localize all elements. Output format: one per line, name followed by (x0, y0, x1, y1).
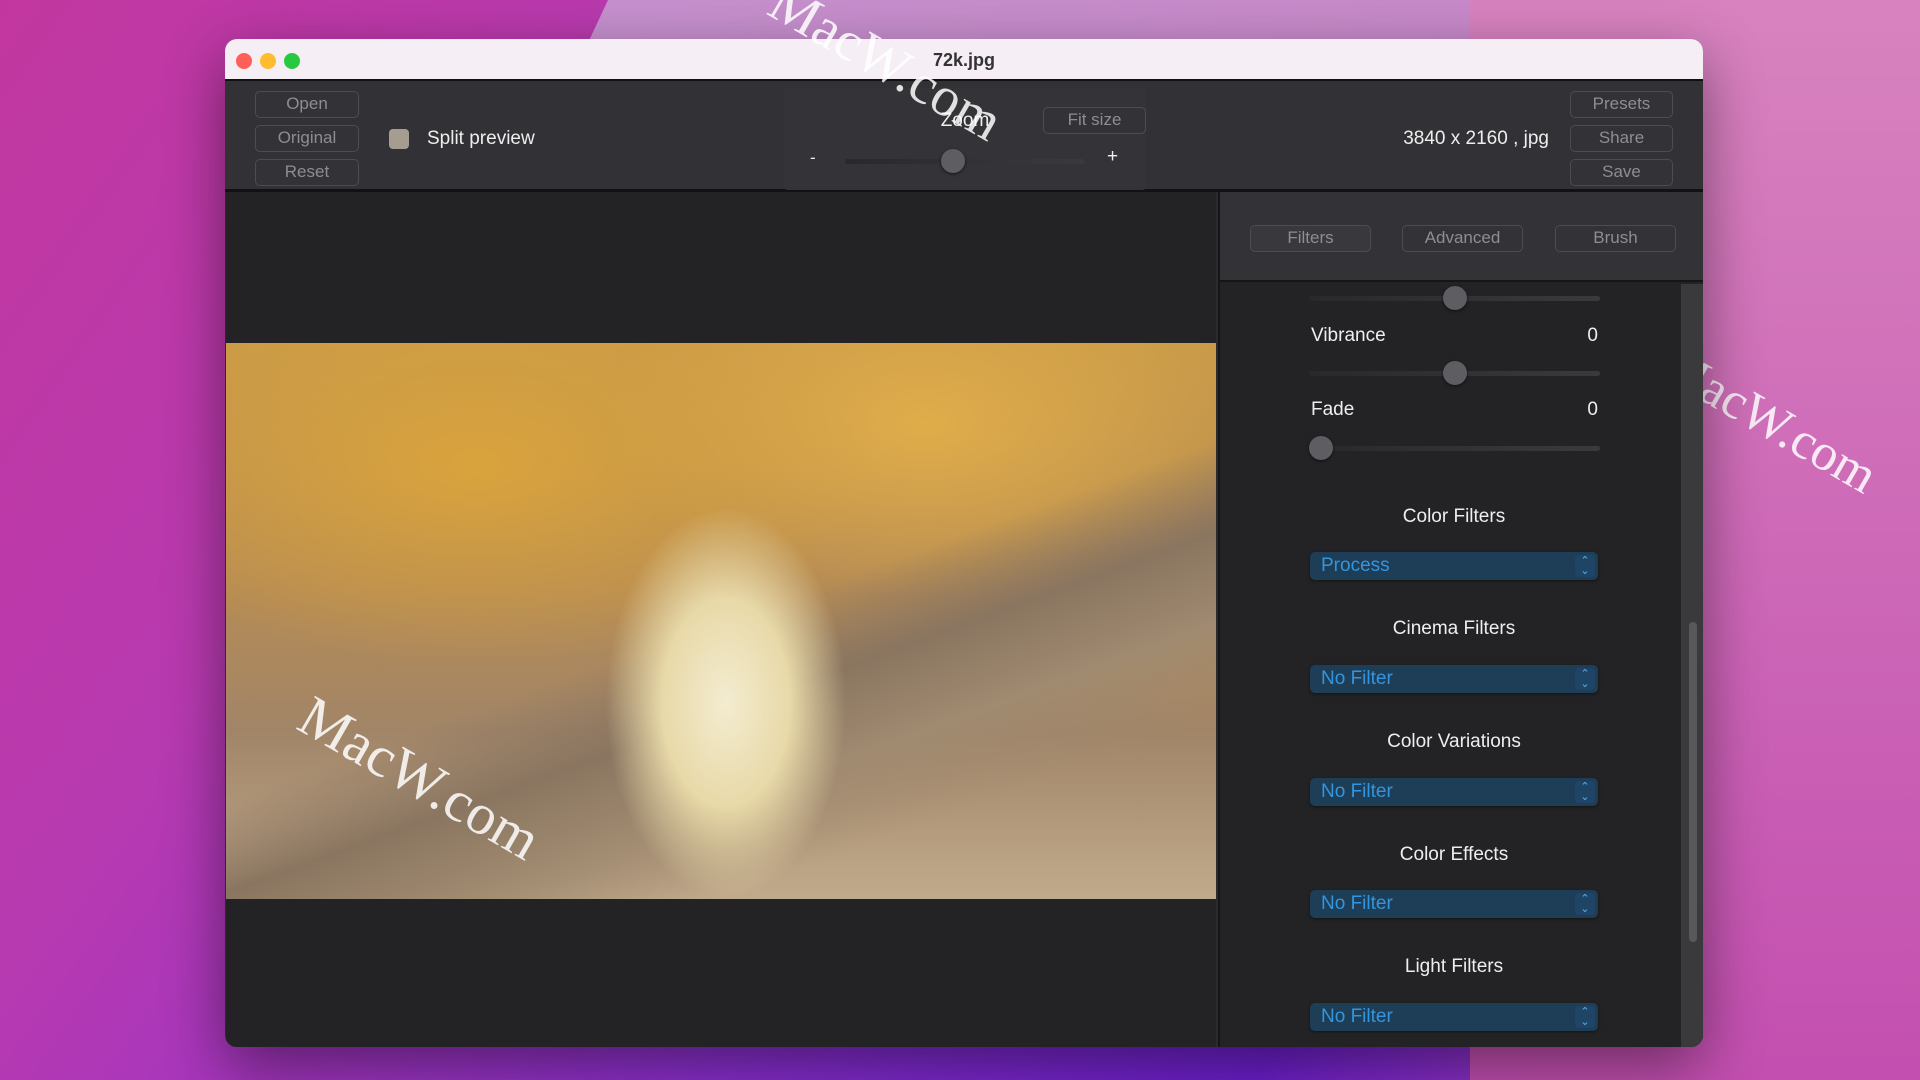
color-filters-select[interactable]: Process ⌃⌄ (1310, 552, 1598, 580)
chevron-updown-icon: ⌃⌄ (1575, 555, 1595, 577)
zoom-slider-thumb[interactable] (941, 149, 965, 173)
window-title: 72k.jpg (225, 50, 1703, 71)
zoom-in-button[interactable]: + (1107, 146, 1118, 168)
vibrance-value: 0 (1562, 325, 1598, 347)
chevron-updown-icon: ⌃⌄ (1575, 1006, 1595, 1028)
vibrance-slider-thumb[interactable] (1443, 361, 1467, 385)
presets-button[interactable]: Presets (1570, 91, 1673, 118)
chevron-updown-icon: ⌃⌄ (1575, 781, 1595, 803)
color-filters-label: Color Filters (1310, 506, 1598, 528)
scrollbar-thumb[interactable] (1689, 622, 1697, 942)
color-effects-value: No Filter (1321, 893, 1393, 914)
tab-advanced[interactable]: Advanced (1402, 225, 1523, 252)
light-filters-value: No Filter (1321, 1006, 1393, 1027)
split-preview-checkbox[interactable] (389, 129, 409, 149)
scrollbar[interactable] (1681, 284, 1703, 1047)
image-preview-area[interactable]: MacW.com (226, 192, 1216, 1047)
fade-slider[interactable] (1309, 446, 1600, 451)
tab-filters[interactable]: Filters (1250, 225, 1371, 252)
chevron-updown-icon: ⌃⌄ (1575, 668, 1595, 690)
filters-panel: Filters Advanced Brush Vibrance 0 Fade 0… (1218, 192, 1703, 1047)
cinema-filters-label: Cinema Filters (1310, 618, 1598, 640)
tab-brush[interactable]: Brush (1555, 225, 1676, 252)
share-button[interactable]: Share (1570, 125, 1673, 152)
fade-slider-thumb[interactable] (1309, 436, 1333, 460)
preview-image (226, 343, 1216, 899)
color-variations-select[interactable]: No Filter ⌃⌄ (1310, 778, 1598, 806)
split-preview-label: Split preview (427, 128, 535, 150)
vibrance-label: Vibrance (1311, 325, 1386, 347)
fade-value: 0 (1562, 399, 1598, 421)
light-filters-select[interactable]: No Filter ⌃⌄ (1310, 1003, 1598, 1031)
light-filters-label: Light Filters (1310, 956, 1598, 978)
panel-tabs: Filters Advanced Brush (1220, 192, 1703, 282)
chevron-updown-icon: ⌃⌄ (1575, 893, 1595, 915)
open-button[interactable]: Open (255, 91, 359, 118)
color-effects-select[interactable]: No Filter ⌃⌄ (1310, 890, 1598, 918)
color-variations-label: Color Variations (1310, 731, 1598, 753)
color-filters-value: Process (1321, 555, 1390, 576)
fit-size-button[interactable]: Fit size (1043, 107, 1146, 134)
adjustment-slider-thumb[interactable] (1443, 286, 1467, 310)
color-variations-value: No Filter (1321, 781, 1393, 802)
save-button[interactable]: Save (1570, 159, 1673, 186)
cinema-filters-select[interactable]: No Filter ⌃⌄ (1310, 665, 1598, 693)
fade-label: Fade (1311, 399, 1354, 421)
reset-button[interactable]: Reset (255, 159, 359, 186)
zoom-out-button[interactable]: - (810, 148, 816, 168)
app-window: 72k.jpg Open Original Reset Split previe… (225, 39, 1703, 1047)
image-info: 3840 x 2160 , jpg (1403, 128, 1549, 150)
color-effects-label: Color Effects (1310, 844, 1598, 866)
original-button[interactable]: Original (255, 125, 359, 152)
cinema-filters-value: No Filter (1321, 668, 1393, 689)
